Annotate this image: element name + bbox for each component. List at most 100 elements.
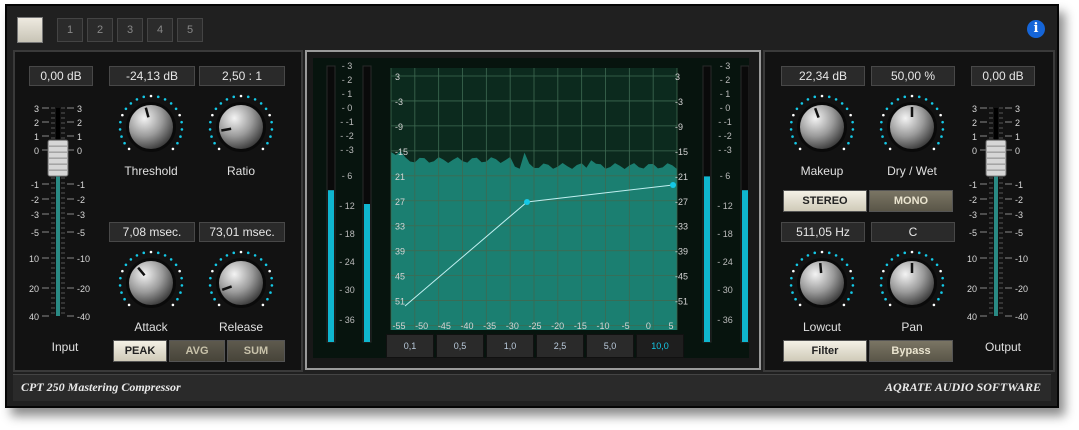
pan-knob[interactable] xyxy=(877,248,947,318)
zoom-button-4[interactable]: 5,0 xyxy=(586,334,634,358)
fader-scale-right: -1 xyxy=(77,180,85,190)
makeup-knob[interactable] xyxy=(787,92,857,162)
sum-button[interactable]: SUM xyxy=(227,340,285,362)
fader-scale-left: -20 xyxy=(967,284,977,294)
avg-button[interactable]: AVG xyxy=(169,340,225,362)
drywet-knob[interactable] xyxy=(877,92,947,162)
x-axis-label: 5 xyxy=(668,321,673,331)
y-axis-label-right: 3 xyxy=(675,72,680,82)
meter-scale-left: - 18 xyxy=(339,229,355,239)
level-meter-fill xyxy=(742,190,748,342)
preset-4-button[interactable]: 4 xyxy=(147,18,173,42)
output-label: Output xyxy=(984,340,1022,354)
fader-scale-right: -3 xyxy=(1015,210,1023,220)
drywet-readout[interactable]: 50,00 % xyxy=(871,66,955,86)
makeup-readout[interactable]: 22,34 dB xyxy=(781,66,865,86)
left-panel: 0,00 dB 3 3 2 2 1 1 0 0 -1 -1 -2 -2 -3 -3 -5 -5 -10 -10 -2… xyxy=(13,50,303,372)
input-gain-readout[interactable]: 0,00 dB xyxy=(29,66,93,86)
fader-scale-right: 1 xyxy=(77,132,82,142)
fader-scale-right: 2 xyxy=(77,118,82,128)
fader-scale-left: 3 xyxy=(972,104,977,114)
fader-scale-right: 3 xyxy=(1015,104,1020,114)
preset-menu-button[interactable] xyxy=(17,17,43,43)
fader-scale-left: 0 xyxy=(972,146,977,156)
curve-end-point[interactable] xyxy=(670,182,676,188)
fader-fill xyxy=(56,162,60,316)
fader-scale-left: -20 xyxy=(29,284,39,294)
threshold-label: Threshold xyxy=(124,164,178,178)
fader-scale-right: 2 xyxy=(1015,118,1020,128)
fader-scale-right: 1 xyxy=(1015,132,1020,142)
input-label: Input xyxy=(51,340,79,354)
zoom-button-2[interactable]: 1,0 xyxy=(486,334,534,358)
x-axis-label: -20 xyxy=(551,321,564,331)
preset-1-button[interactable]: 1 xyxy=(57,18,83,42)
threshold-knob[interactable] xyxy=(116,92,186,162)
meter-scale-left: - 0 xyxy=(342,103,353,113)
output-gain-readout[interactable]: 0,00 dB xyxy=(971,66,1035,86)
fader-scale-left: 1 xyxy=(34,132,39,142)
level-meter-fill xyxy=(704,176,710,342)
fader-scale-right: -40 xyxy=(1015,312,1028,322)
x-axis-label: -30 xyxy=(506,321,519,331)
zoom-button-5[interactable]: 10,0 xyxy=(636,334,684,358)
input-fader[interactable]: 3 3 2 2 1 1 0 0 -1 -1 -2 -2 -3 -3 -5 -5 -10 -10 -20 -20 -40 -… xyxy=(29,102,99,330)
y-axis-label-left: 3 xyxy=(395,72,400,82)
fader-scale-left: -40 xyxy=(967,312,977,322)
fader-scale-right: -1 xyxy=(1015,180,1023,190)
meter-scale-left: - -2 xyxy=(340,131,354,141)
lowcut-readout[interactable]: 511,05 Hz xyxy=(781,222,865,242)
fader-scale-left: 3 xyxy=(34,104,39,114)
fader-scale-right: 3 xyxy=(77,104,82,114)
pan-readout[interactable]: C xyxy=(871,222,955,242)
meter-scale-right: - 2 xyxy=(720,75,731,85)
ratio-readout[interactable]: 2,50 : 1 xyxy=(199,66,285,86)
info-icon[interactable]: i xyxy=(1027,20,1045,38)
fader-scale-left: -2 xyxy=(31,195,39,205)
fader-scale-right: -10 xyxy=(1015,254,1028,264)
y-axis-label-right: -9 xyxy=(675,122,683,132)
meter-scale-left: - 2 xyxy=(342,75,353,85)
y-axis-label-right: -21 xyxy=(675,172,688,182)
threshold-readout[interactable]: -24,13 dB xyxy=(109,66,195,86)
fader-scale-right: -40 xyxy=(77,312,90,322)
release-label: Release xyxy=(218,320,264,334)
fader-fill xyxy=(994,162,998,316)
fader-scale-left: -1 xyxy=(969,180,977,190)
transfer-curve-graph[interactable]: - 3 - 3 - 2 - 2 - 1 - 1 - 0 - 0 - -1 - -1 - -2 - -2… xyxy=(313,58,749,358)
release-knob[interactable] xyxy=(206,248,276,318)
mono-button[interactable]: MONO xyxy=(869,190,953,212)
fader-scale-right: -20 xyxy=(77,284,90,294)
meter-scale-right: - 6 xyxy=(720,171,731,181)
fader-scale-right: -2 xyxy=(1015,195,1023,205)
attack-knob[interactable] xyxy=(116,248,186,318)
zoom-button-3[interactable]: 2,5 xyxy=(536,334,584,358)
meter-scale-right: - 12 xyxy=(717,201,733,211)
filter-button[interactable]: Filter xyxy=(783,340,867,362)
attack-label: Attack xyxy=(134,320,168,334)
zoom-button-1[interactable]: 0,5 xyxy=(436,334,484,358)
peak-button[interactable]: PEAK xyxy=(113,340,167,362)
meter-scale-left: - -1 xyxy=(340,117,354,127)
attack-readout[interactable]: 7,08 msec. xyxy=(109,222,195,242)
y-axis-label-right: -33 xyxy=(675,222,688,232)
x-axis-label: -15 xyxy=(574,321,587,331)
y-axis-label-left: 45 xyxy=(395,272,405,282)
company-name: AQRATE AUDIO SOFTWARE xyxy=(884,380,1041,394)
threshold-point[interactable] xyxy=(524,199,530,205)
release-readout[interactable]: 73,01 msec. xyxy=(199,222,285,242)
stereo-button[interactable]: STEREO xyxy=(783,190,867,212)
fader-scale-right: -2 xyxy=(77,195,85,205)
preset-3-button[interactable]: 3 xyxy=(117,18,143,42)
y-axis-label-right: -15 xyxy=(675,147,688,157)
meter-scale-right: - 0 xyxy=(720,103,731,113)
zoom-button-0[interactable]: 0,1 xyxy=(386,334,434,358)
preset-2-button[interactable]: 2 xyxy=(87,18,113,42)
lowcut-knob[interactable] xyxy=(787,248,857,318)
ratio-knob[interactable] xyxy=(206,92,276,162)
bypass-button[interactable]: Bypass xyxy=(869,340,953,362)
fader-scale-right: -5 xyxy=(1015,228,1023,238)
y-axis-label-left: 51 xyxy=(395,297,405,307)
output-fader[interactable]: 3 3 2 2 1 1 0 0 -1 -1 -2 -2 -3 -3 -5 -5 -10 -10 -20 -20 -40 -… xyxy=(967,102,1037,330)
preset-5-button[interactable]: 5 xyxy=(177,18,203,42)
